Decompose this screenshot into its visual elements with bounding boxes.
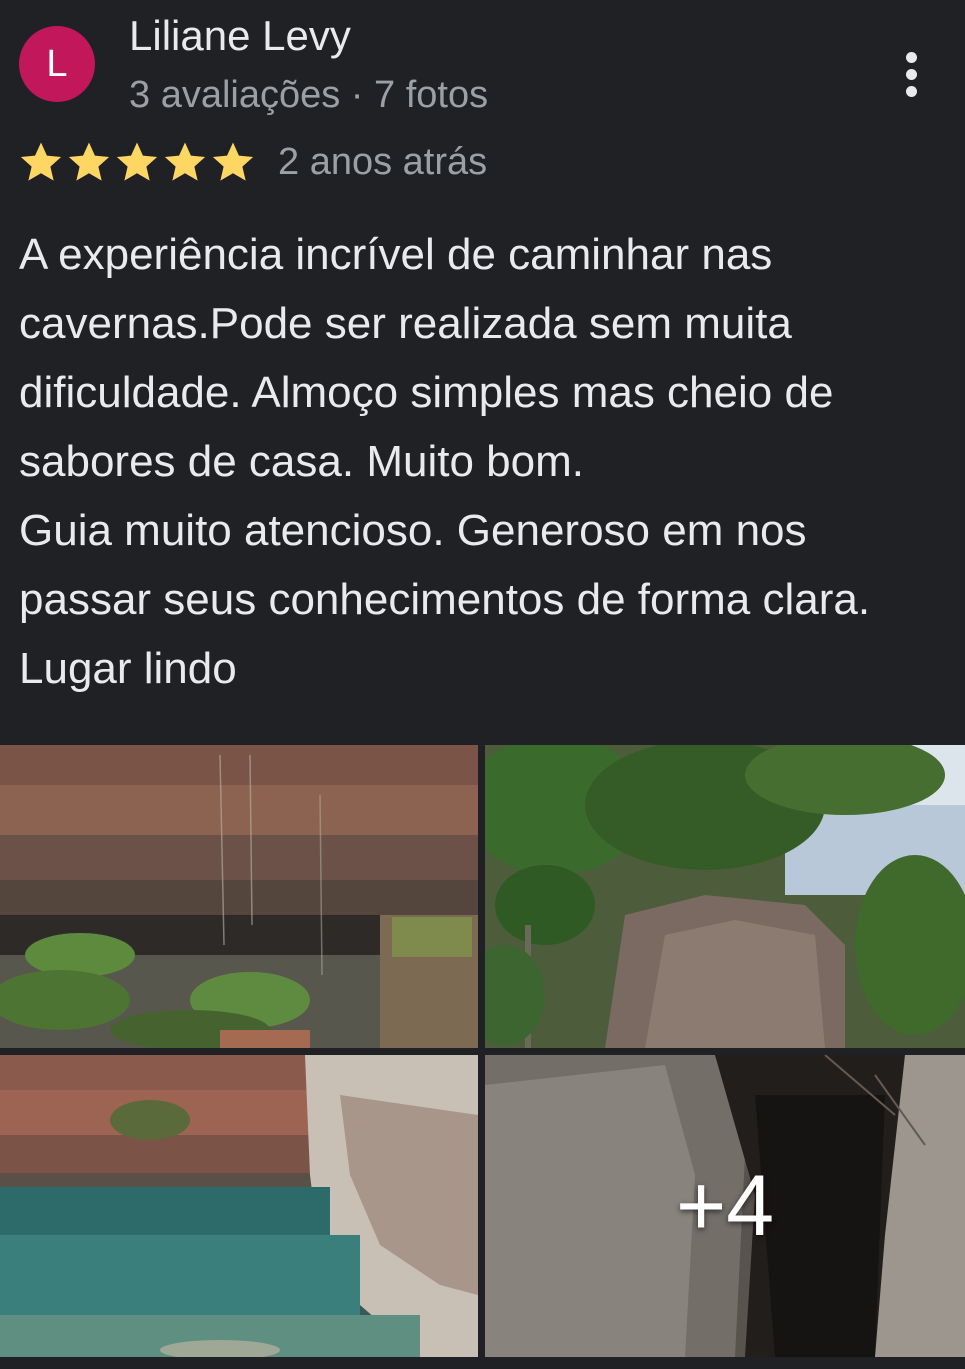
reviewer-name[interactable]: Liliane Levy [129,12,351,60]
review-date: 2 anos atrás [278,140,488,183]
star-icon [68,142,110,181]
rating-row: 2 anos atrás [18,138,487,186]
star-icon [212,142,254,181]
star-icon [116,142,158,181]
more-options-button[interactable] [888,44,934,104]
photo-grid: +4 [0,745,965,1357]
more-photos-count: +4 [675,1157,775,1254]
review-photo-more[interactable]: +4 [485,1055,965,1357]
review-header: L Liliane Levy 3 avaliações · 7 fotos 2 … [0,0,965,200]
star-icon [164,142,206,181]
star-rating [18,139,256,185]
more-vert-icon [905,51,917,63]
review-photo-cave-overhang[interactable] [0,745,478,1048]
avatar-initial: L [46,42,68,85]
review-photo-forest-rock[interactable] [485,745,965,1048]
star-icon [20,142,62,181]
review-text: A experiência incrível de caminhar nas c… [19,230,871,693]
review-photo-cave-pool[interactable] [0,1055,478,1357]
reviewer-stats: 3 avaliações · 7 fotos [129,74,489,116]
avatar[interactable]: L [19,26,95,102]
